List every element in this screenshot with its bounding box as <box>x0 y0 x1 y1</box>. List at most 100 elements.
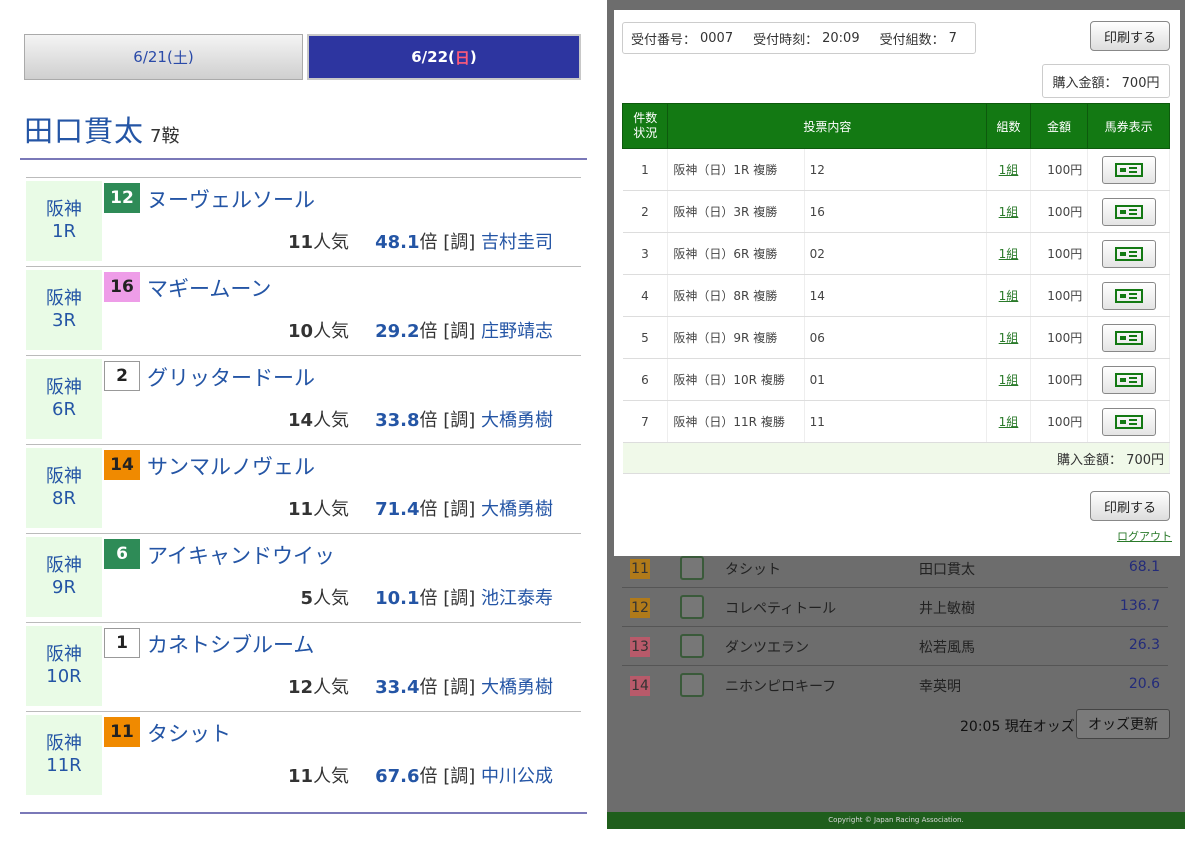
trainer-tag: [調] <box>443 232 476 253</box>
bet-sets-cell: 1組 <box>986 316 1031 359</box>
bet-sets-link[interactable]: 1組 <box>999 205 1019 219</box>
print-button[interactable]: 印刷する <box>1090 491 1170 521</box>
race-row[interactable]: 阪神 1R 12 ヌーヴェルソール 11人気 48.1倍 [調] 吉村圭司 <box>26 177 581 264</box>
bet-amount: 100円 <box>1030 148 1089 191</box>
ticket-view-button[interactable] <box>1101 239 1156 268</box>
popularity: 14 <box>288 410 314 431</box>
odds-time: 20:05 現在オッズ <box>960 719 1075 735</box>
race-row[interactable]: 阪神 11R 11 タシット 11人気 67.6倍 [調] 中川公成 <box>26 711 581 798</box>
select-checkbox[interactable] <box>680 595 704 619</box>
ticket-cell <box>1087 148 1170 191</box>
bet-sets-link[interactable]: 1組 <box>999 289 1019 303</box>
odds-unit: 倍 <box>419 588 438 609</box>
bet-amount: 100円 <box>1030 400 1089 443</box>
bet-amount: 100円 <box>1030 274 1089 317</box>
trainer-name[interactable]: 庄野靖志 <box>481 321 553 342</box>
tab-day: 日 <box>454 48 470 67</box>
trainer-name[interactable]: 中川公成 <box>481 766 553 787</box>
popularity: 11 <box>288 766 314 787</box>
popularity: 12 <box>288 677 314 698</box>
ticket-view-button[interactable] <box>1101 323 1156 352</box>
ticket-view-button[interactable] <box>1101 155 1156 184</box>
jockey-name: 井上敏樹 <box>919 601 975 617</box>
odds: 136.7 <box>1119 598 1160 614</box>
horse-name[interactable]: サンマルノヴェル <box>147 451 315 481</box>
ticket-view-button[interactable] <box>1101 197 1156 226</box>
bet-table: 件数 状況 投票内容 組数 金額 馬券表示 1 阪神（日）1R 複勝 12 1組 … <box>621 103 1170 474</box>
date-tab-sat[interactable]: 6/21(土) <box>24 34 303 80</box>
bet-sets-link[interactable]: 1組 <box>999 415 1019 429</box>
receipt-modal: 受付番号： 0007 受付時刻： 20:09 受付組数： 7 印刷する 購入金額… <box>614 10 1180 556</box>
jockey-name: 田口貫太 <box>24 114 145 148</box>
race-cell[interactable]: 阪神 9R <box>26 537 102 617</box>
popularity: 11 <box>288 232 314 253</box>
trainer-name[interactable]: 大橋勇樹 <box>481 410 553 431</box>
copyright: Copyright © Japan Racing Association. <box>607 812 1185 829</box>
bet-selection: 11 <box>804 400 988 443</box>
ticket-view-button[interactable] <box>1101 365 1156 394</box>
trainer-tag: [調] <box>443 588 476 609</box>
bet-sets-cell: 1組 <box>986 400 1031 443</box>
race-cell[interactable]: 阪神 3R <box>26 270 102 350</box>
horse-number: 6 <box>104 539 140 569</box>
horse-name[interactable]: ヌーヴェルソール <box>147 184 315 214</box>
ticket-cell <box>1087 274 1170 317</box>
race-row[interactable]: 阪神 8R 14 サンマルノヴェル 11人気 71.4倍 [調] 大橋勇樹 <box>26 444 581 531</box>
select-checkbox[interactable] <box>680 673 704 697</box>
jockey-name: 幸英明 <box>919 679 961 695</box>
race-cell[interactable]: 阪神 6R <box>26 359 102 439</box>
print-button[interactable]: 印刷する <box>1090 21 1170 51</box>
race-cell[interactable]: 阪神 11R <box>26 715 102 795</box>
odds-line: 14人気 33.8倍 [調] 大橋勇樹 <box>288 406 553 432</box>
odds-line: 5人気 10.1倍 [調] 池江泰寿 <box>301 584 553 610</box>
bet-race: 阪神（日）1R 複勝 <box>667 148 805 191</box>
ticket-cell <box>1087 400 1170 443</box>
trainer-name[interactable]: 吉村圭司 <box>481 232 553 253</box>
bet-row: 4 阪神（日）8R 複勝 14 1組 100円 <box>622 274 1170 317</box>
race-row[interactable]: 阪神 6R 2 グリッタードール 14人気 33.8倍 [調] 大橋勇樹 <box>26 355 581 442</box>
race-cell[interactable]: 阪神 10R <box>26 626 102 706</box>
odds-line: 11人気 71.4倍 [調] 大橋勇樹 <box>288 495 553 521</box>
race-row[interactable]: 阪神 3R 16 マギームーン 10人気 29.2倍 [調] 庄野靖志 <box>26 266 581 353</box>
race-row[interactable]: 阪神 9R 6 アイキャンドウイッ 5人気 10.1倍 [調] 池江泰寿 <box>26 533 581 620</box>
bet-row: 7 阪神（日）11R 複勝 11 1組 100円 <box>622 400 1170 443</box>
race-row[interactable]: 阪神 10R 1 カネトシブルーム 12人気 33.4倍 [調] 大橋勇樹 <box>26 622 581 709</box>
horse-name[interactable]: グリッタードール <box>147 362 315 392</box>
horse-number: 11 <box>104 717 140 747</box>
logout-link[interactable]: ログアウト <box>1117 528 1172 544</box>
horse-name[interactable]: カネトシブルーム <box>147 629 314 659</box>
ticket-icon <box>1114 204 1143 219</box>
ticket-icon <box>1114 330 1143 345</box>
trainer-tag: [調] <box>443 321 476 342</box>
trainer-name[interactable]: 大橋勇樹 <box>481 499 553 520</box>
horse-name[interactable]: タシット <box>147 718 231 748</box>
bet-race: 阪神（日）6R 複勝 <box>667 232 805 275</box>
select-checkbox[interactable] <box>680 556 704 580</box>
venue: 阪神 <box>46 199 82 220</box>
bet-sets-link[interactable]: 1組 <box>999 247 1019 261</box>
horse-number: 12 <box>630 598 650 618</box>
horse-name[interactable]: アイキャンドウイッ <box>147 540 335 570</box>
bet-selection: 06 <box>804 316 988 359</box>
race-cell[interactable]: 阪神 1R <box>26 181 102 261</box>
trainer-name[interactable]: 池江泰寿 <box>481 588 553 609</box>
bet-sets-link[interactable]: 1組 <box>999 331 1019 345</box>
ticket-view-button[interactable] <box>1101 407 1156 436</box>
odds-row: 12 コレペティトール 井上敏樹 136.7 <box>622 587 1168 626</box>
select-checkbox[interactable] <box>680 634 704 658</box>
trainer-name[interactable]: 大橋勇樹 <box>481 677 553 698</box>
bet-amount: 100円 <box>1030 232 1089 275</box>
odds-update-button[interactable]: オッズ更新 <box>1076 709 1170 739</box>
bet-sets-link[interactable]: 1組 <box>999 163 1019 177</box>
odds: 68.1 <box>1128 559 1160 575</box>
ticket-view-button[interactable] <box>1101 281 1156 310</box>
horse-name[interactable]: マギームーン <box>147 273 271 303</box>
odds: 33.8 <box>375 410 420 431</box>
bet-index: 2 <box>622 190 669 233</box>
venue: 阪神 <box>46 733 82 754</box>
ride-count: 7鞍 <box>150 126 180 147</box>
date-tab-sun[interactable]: 6/22(日) <box>307 34 581 80</box>
bet-sets-link[interactable]: 1組 <box>999 373 1019 387</box>
race-cell[interactable]: 阪神 8R <box>26 448 102 528</box>
popularity: 5 <box>300 588 314 609</box>
